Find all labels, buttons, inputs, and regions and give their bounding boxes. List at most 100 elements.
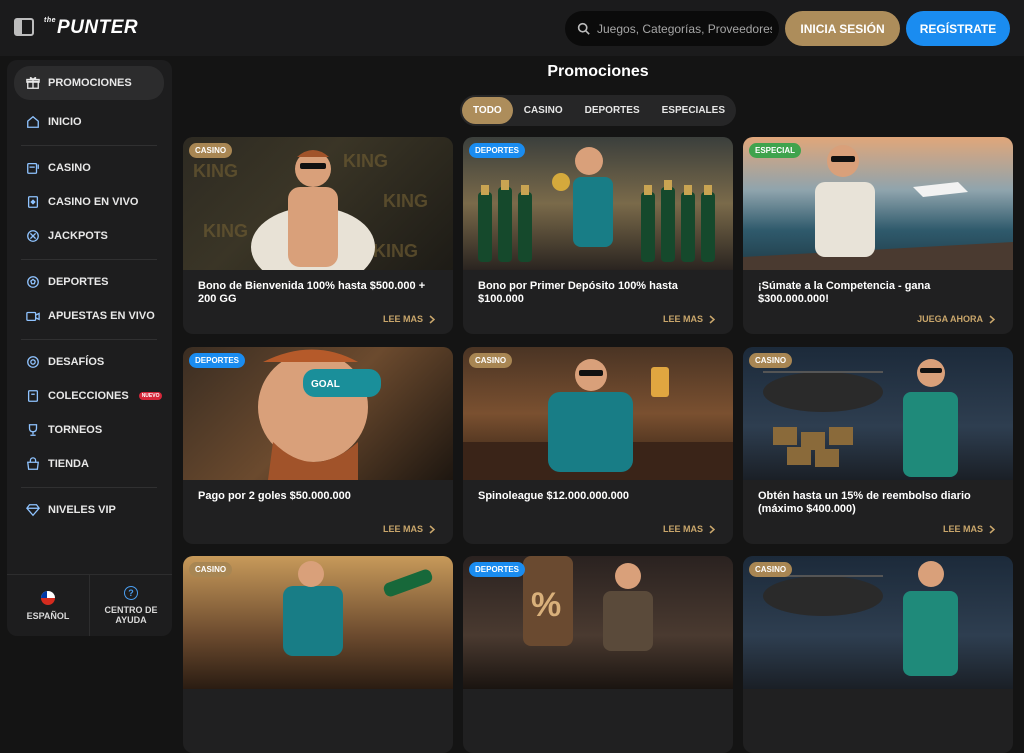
svg-text:GOAL: GOAL bbox=[311, 379, 340, 390]
new-badge: NUEVO bbox=[138, 392, 163, 400]
gift-icon bbox=[26, 77, 40, 89]
promo-title: Obtén hasta un 15% de reembolso diario (… bbox=[758, 490, 971, 515]
chevron-right-icon bbox=[709, 524, 715, 534]
category-badge: DEPORTES bbox=[469, 562, 526, 577]
sidebar-item-jackpots[interactable]: JACKPOTS bbox=[14, 219, 164, 253]
svg-text:KING: KING bbox=[383, 191, 428, 211]
svg-text:KING: KING bbox=[343, 151, 388, 171]
promo-card[interactable]: GOAL DEPORTES Pago por 2 goles $50.000.0… bbox=[183, 347, 453, 544]
divider bbox=[21, 487, 157, 488]
sidebar-item-label: DESAFÍOS bbox=[48, 356, 105, 368]
promo-card[interactable]: DEPORTES Bono por Primer Depósito 100% h… bbox=[463, 137, 733, 334]
divider bbox=[21, 259, 157, 260]
register-button[interactable]: REGÍSTRATE bbox=[906, 11, 1010, 46]
tab-deportes[interactable]: DEPORTES bbox=[574, 97, 651, 124]
sidebar-item-niveles-vip[interactable]: NIVELES VIP bbox=[14, 493, 164, 527]
page-title: Promociones bbox=[547, 63, 649, 80]
sidebar-item-label: NIVELES VIP bbox=[48, 504, 116, 516]
promo-title: Spinoleague $12.000.000.000 bbox=[478, 490, 630, 502]
sidebar-item-label: CASINO EN VIVO bbox=[48, 196, 139, 208]
read-more-link[interactable]: LEE MAS bbox=[663, 314, 715, 324]
category-badge: CASINO bbox=[189, 143, 233, 158]
tab-todo[interactable]: TODO bbox=[462, 97, 513, 124]
help-center-button[interactable]: ? CENTRO DE AYUDA bbox=[89, 575, 172, 636]
language-selector[interactable]: ESPAÑOL bbox=[7, 575, 89, 636]
login-button[interactable]: INICIA SESIÓN bbox=[785, 11, 900, 46]
sidebar-item-label: TIENDA bbox=[48, 458, 89, 470]
promo-image: GOAL DEPORTES bbox=[183, 347, 453, 480]
read-more-link[interactable]: LEE MAS bbox=[383, 314, 435, 324]
promo-title: Pago por 2 goles $50.000.000 bbox=[198, 490, 351, 502]
svg-text:%: % bbox=[531, 586, 561, 624]
promo-title: Bono por Primer Depósito 100% hasta $100… bbox=[478, 280, 678, 305]
promo-card[interactable]: CASINO Spinoleague $12.000.000.000 LEE M… bbox=[463, 347, 733, 544]
svg-text:KING: KING bbox=[193, 161, 238, 181]
language-label: ESPAÑOL bbox=[26, 610, 70, 621]
play-now-link[interactable]: JUEGA AHORA bbox=[917, 314, 995, 324]
search-input[interactable] bbox=[597, 21, 772, 36]
promo-card[interactable]: CASINO Obtén hasta un 15% de reembolso d… bbox=[743, 347, 1013, 544]
tab-casino[interactable]: CASINO bbox=[513, 97, 574, 124]
category-badge: DEPORTES bbox=[189, 353, 246, 368]
live-tv-icon bbox=[26, 311, 40, 322]
sidebar-item-tienda[interactable]: TIENDA bbox=[14, 447, 164, 481]
sidebar-item-colecciones[interactable]: COLECCIONES NUEVO bbox=[14, 379, 164, 413]
promo-image: KING KING KING KING KING CASINO bbox=[183, 137, 453, 270]
promo-title: Bono de Bienvenida 100% hasta $500.000 +… bbox=[198, 280, 426, 305]
chevron-right-icon bbox=[429, 314, 435, 324]
promo-card[interactable]: CASINO bbox=[743, 556, 1013, 753]
promo-image: CASINO bbox=[463, 347, 733, 480]
sidebar-item-promociones[interactable]: PROMOCIONES bbox=[14, 66, 164, 100]
chile-flag-icon bbox=[41, 590, 55, 605]
sidebar-item-casino[interactable]: CASINO bbox=[14, 151, 164, 185]
sidebar-item-casino-en-vivo[interactable]: CASINO EN VIVO bbox=[14, 185, 164, 219]
tab-especiales[interactable]: ESPECIALES bbox=[651, 97, 736, 124]
sidebar-toggle-icon[interactable] bbox=[14, 18, 34, 36]
collection-icon bbox=[27, 390, 39, 402]
category-badge: CASINO bbox=[189, 562, 233, 577]
sidebar-item-label: TORNEOS bbox=[48, 424, 103, 436]
sidebar-item-label: COLECCIONES bbox=[48, 390, 129, 402]
help-icon: ? bbox=[124, 586, 138, 600]
promo-card[interactable]: CASINO bbox=[183, 556, 453, 753]
svg-text:KING: KING bbox=[373, 241, 418, 261]
category-badge: CASINO bbox=[469, 353, 513, 368]
logo[interactable]: thePUNTER bbox=[44, 17, 138, 39]
sidebar-item-label: INICIO bbox=[48, 116, 82, 128]
sidebar-item-torneos[interactable]: TORNEOS bbox=[14, 413, 164, 447]
sidebar-item-label: DEPORTES bbox=[48, 276, 109, 288]
sidebar-footer: ESPAÑOL ? CENTRO DE AYUDA bbox=[7, 574, 172, 636]
soccer-ball-icon bbox=[27, 276, 39, 288]
category-badge: CASINO bbox=[749, 562, 793, 577]
search-bar[interactable] bbox=[565, 11, 779, 46]
sidebar-item-desafios[interactable]: DESAFÍOS bbox=[14, 345, 164, 379]
help-label: CENTRO DE AYUDA bbox=[104, 605, 158, 625]
category-badge: ESPECIAL bbox=[749, 143, 802, 158]
sidebar-item-label: APUESTAS EN VIVO bbox=[48, 310, 155, 322]
search-icon bbox=[577, 22, 590, 35]
promo-image: DEPORTES bbox=[463, 137, 733, 270]
promo-card[interactable]: % DEPORTES bbox=[463, 556, 733, 753]
top-bar: thePUNTER INICIA SESIÓN REGÍSTRATE bbox=[0, 0, 1024, 56]
sidebar-item-inicio[interactable]: INICIO bbox=[14, 105, 164, 139]
read-more-link[interactable]: LEE MAS bbox=[663, 524, 715, 534]
promo-image: ESPECIAL bbox=[743, 137, 1013, 270]
chevron-right-icon bbox=[429, 524, 435, 534]
divider bbox=[21, 339, 157, 340]
sidebar-item-deportes[interactable]: DEPORTES bbox=[14, 265, 164, 299]
category-badge: CASINO bbox=[749, 353, 793, 368]
promo-image: CASINO bbox=[743, 347, 1013, 480]
chevron-right-icon bbox=[709, 314, 715, 324]
category-badge: DEPORTES bbox=[469, 143, 526, 158]
sidebar-item-apuestas-en-vivo[interactable]: APUESTAS EN VIVO bbox=[14, 299, 164, 333]
slot-machine-icon bbox=[27, 162, 39, 174]
promo-card[interactable]: KING KING KING KING KING CASINO Bono de Bien… bbox=[183, 137, 453, 334]
read-more-link[interactable]: LEE MAS bbox=[383, 524, 435, 534]
promo-image: CASINO bbox=[743, 556, 1013, 689]
home-icon bbox=[27, 115, 39, 128]
jackpot-icon bbox=[27, 230, 39, 242]
sidebar-item-label: CASINO bbox=[48, 162, 91, 174]
promo-card[interactable]: ESPECIAL ¡Súmate a la Competencia - gana… bbox=[743, 137, 1013, 334]
read-more-link[interactable]: LEE MAS bbox=[943, 524, 995, 534]
svg-text:KING: KING bbox=[203, 221, 248, 241]
